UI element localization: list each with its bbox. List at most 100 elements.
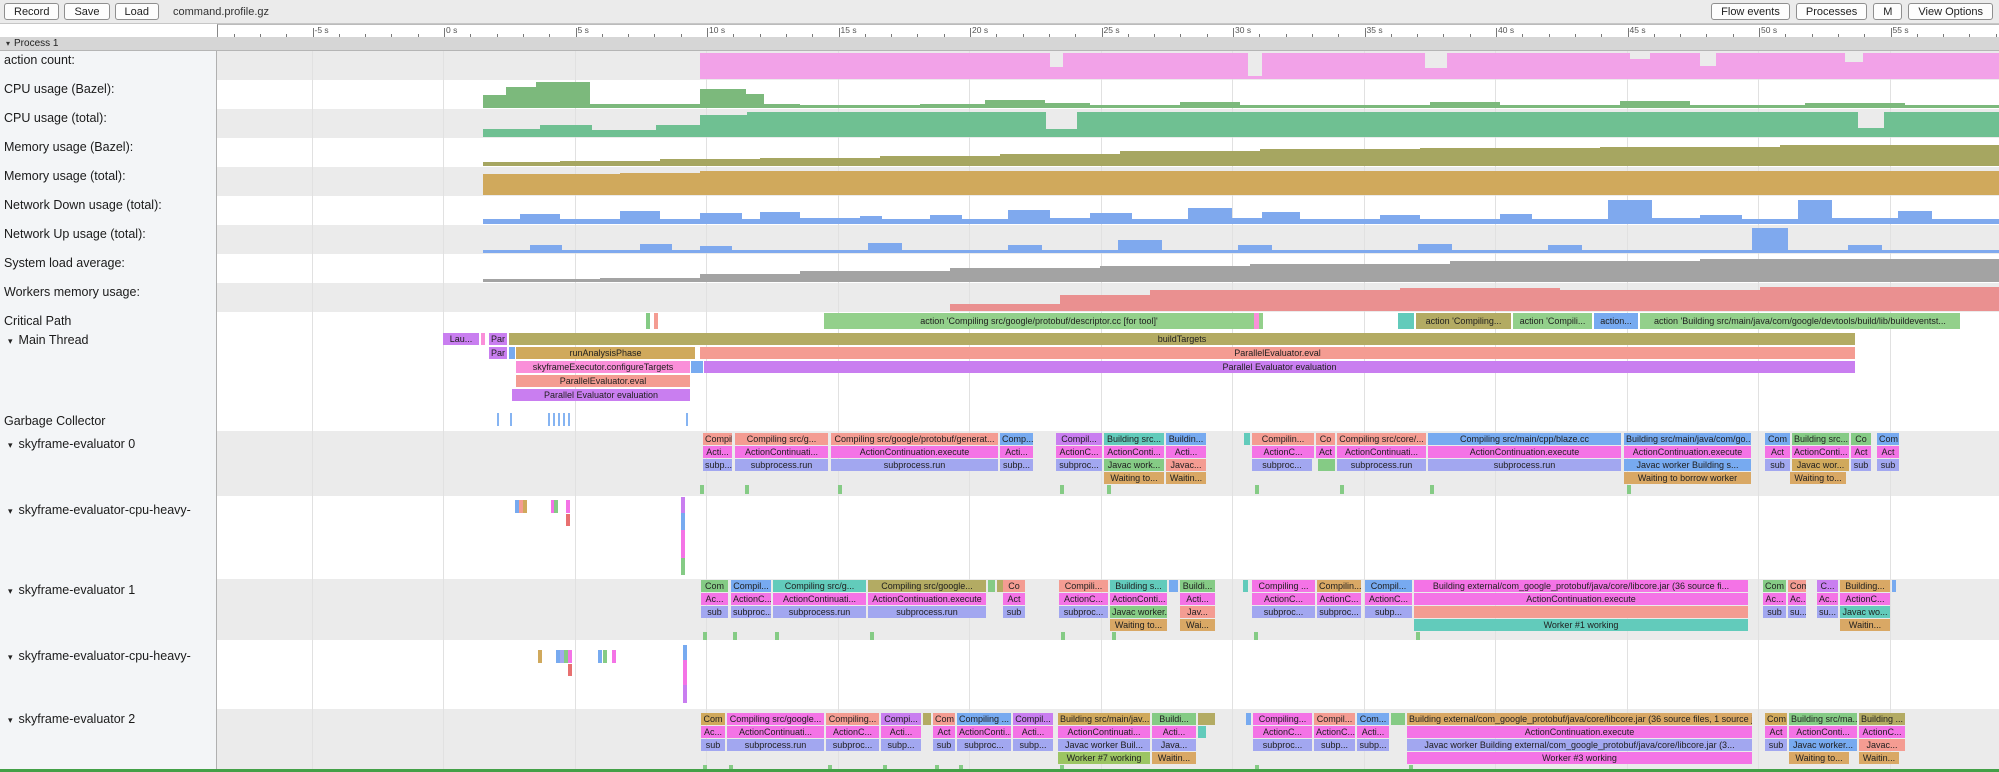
trace-bar[interactable] [566, 500, 570, 513]
trace-bar[interactable] [988, 580, 995, 592]
trace-bar[interactable] [703, 632, 707, 640]
trace-bar-skyframe-evaluator-1[interactable]: Worker #1 working [1414, 619, 1748, 631]
trace-bar[interactable] [1198, 726, 1206, 738]
gc-event-tick[interactable] [568, 413, 570, 426]
trace-bar-skyframe-evaluator-1[interactable]: ActionC... [1252, 593, 1315, 605]
trace-bar-skyframe-evaluator-1[interactable]: ActionConti... [1110, 593, 1167, 605]
trace-bar[interactable] [646, 313, 650, 329]
trace-bar[interactable] [1198, 713, 1215, 725]
trace-bar-skyframe-evaluator-1[interactable]: ActionC... [1317, 593, 1361, 605]
trace-bar-skyframe-evaluator-1[interactable]: su... [1788, 606, 1806, 618]
trace-bar-skyframe-evaluator-2[interactable]: Compiling ... [957, 713, 1011, 725]
trace-bar-critical-path[interactable]: action 'Compili... [1513, 313, 1592, 329]
trace-bar-skyframe-evaluator-2[interactable]: Javac worker... [1789, 739, 1857, 751]
trace-bar-skyframe-evaluator-0[interactable]: Waitin... [1166, 472, 1206, 484]
trace-bar-skyframe-evaluator-1[interactable]: Act [1003, 593, 1025, 605]
trace-bar-skyframe-evaluator-0[interactable]: Compil... [1056, 433, 1102, 445]
trace-bar-skyframe-evaluator-2[interactable]: Waitin... [1859, 752, 1899, 764]
trace-bar-skyframe-evaluator-1[interactable]: C... [1817, 580, 1838, 592]
trace-bar-skyframe-evaluator-2[interactable]: subp... [1357, 739, 1389, 751]
trace-bar-skyframe-evaluator-0[interactable]: sub [1851, 459, 1871, 471]
trace-bar-skyframe-evaluator-0[interactable]: Javac work... [1104, 459, 1164, 471]
trace-bar-skyframe-evaluator-0[interactable]: Com [1765, 433, 1790, 445]
trace-bar-skyframe-evaluator-0[interactable]: Waiting to borrow worker [1624, 472, 1751, 484]
trace-bar-skyframe-evaluator-0[interactable]: subp... [1000, 459, 1033, 471]
trace-bar-main-thread[interactable]: skyframeExecutor.configureTargets [516, 361, 690, 373]
flow-events-button[interactable]: Flow events [1711, 3, 1790, 20]
record-button[interactable]: Record [4, 3, 59, 20]
gc-event-tick[interactable] [563, 413, 565, 426]
trace-bar-skyframe-evaluator-0[interactable]: Act [1316, 446, 1335, 458]
trace-bar-skyframe-evaluator-1[interactable]: Compili... [1059, 580, 1108, 592]
gc-event-tick[interactable] [558, 413, 560, 426]
trace-bar[interactable] [1627, 485, 1631, 494]
trace-bar-skyframe-evaluator-1[interactable]: subp... [1365, 606, 1412, 618]
save-button[interactable]: Save [64, 3, 109, 20]
trace-bar[interactable] [612, 650, 616, 663]
trace-bar-skyframe-evaluator-2[interactable]: Compi... [881, 713, 921, 725]
trace-bar-skyframe-evaluator-1[interactable]: Waiting to... [1110, 619, 1167, 631]
trace-bar-skyframe-evaluator-2[interactable]: ActionC... [1253, 726, 1312, 738]
trace-bar-skyframe-evaluator-1[interactable]: Buildi... [1180, 580, 1215, 592]
trace-bar-main-thread[interactable]: ParallelEvaluator.eval [516, 375, 690, 387]
trace-bar[interactable] [523, 500, 527, 513]
trace-bar[interactable] [1340, 485, 1344, 494]
trace-bar-skyframe-evaluator-0[interactable]: subprocess.run [1428, 459, 1621, 471]
trace-bar[interactable] [554, 500, 558, 513]
trace-bar-skyframe-evaluator-1[interactable]: su... [1817, 606, 1838, 618]
trace-bar[interactable] [681, 513, 685, 530]
gc-event-tick[interactable] [510, 413, 512, 426]
trace-bar-skyframe-evaluator-0[interactable]: Acti... [1000, 446, 1033, 458]
trace-bar-skyframe-evaluator-1[interactable]: Building external/com_google_protobuf/ja… [1414, 580, 1748, 592]
trace-bar-skyframe-evaluator-0[interactable]: Co [1851, 433, 1871, 445]
trace-bar-critical-path[interactable]: action 'Compiling src/google/protobuf/de… [824, 313, 1254, 329]
trace-bar-skyframe-evaluator-2[interactable]: ActionContinuati... [1058, 726, 1150, 738]
trace-bar-skyframe-evaluator-2[interactable]: Act [1765, 726, 1787, 738]
trace-bar[interactable] [691, 361, 703, 373]
trace-bar-skyframe-evaluator-1[interactable]: Compil... [1365, 580, 1412, 592]
trace-bar-skyframe-evaluator-0[interactable]: Compiling src/google/protobuf/generat... [831, 433, 998, 445]
trace-bar-skyframe-evaluator-2[interactable]: Com [1765, 713, 1787, 725]
trace-bar[interactable] [1430, 485, 1434, 494]
trace-bar-skyframe-evaluator-0[interactable]: subprocess.run [831, 459, 998, 471]
trace-bar-skyframe-evaluator-1[interactable]: Com [1788, 580, 1806, 592]
trace-bar-skyframe-evaluator-1[interactable]: Com [1763, 580, 1786, 592]
trace-bar-skyframe-evaluator-1[interactable]: ActionC... [1365, 593, 1412, 605]
trace-bar-skyframe-evaluator-2[interactable]: Com... [1357, 713, 1389, 725]
trace-bar-skyframe-evaluator-1[interactable]: Building s... [1110, 580, 1167, 592]
trace-bar-main-thread[interactable]: buildTargets [509, 333, 1855, 345]
trace-bar-skyframe-evaluator-0[interactable]: ActionConti... [1104, 446, 1164, 458]
trace-bar-skyframe-evaluator-0[interactable]: Compiling src/core/... [1337, 433, 1426, 445]
trace-bar-skyframe-evaluator-2[interactable]: Com [933, 713, 955, 725]
sidebar-item-skyframe-evaluator-cpu-heavy[interactable]: ▾skyframe-evaluator-cpu-heavy- [8, 649, 191, 663]
trace-bar-skyframe-evaluator-0[interactable]: Act [1851, 446, 1871, 458]
trace-bar[interactable] [681, 558, 685, 575]
trace-bar[interactable] [683, 685, 687, 703]
trace-bar-skyframe-evaluator-1[interactable]: Co [1003, 580, 1025, 592]
trace-bar-skyframe-evaluator-2[interactable]: Building src/ma... [1789, 713, 1857, 725]
sidebar-item-main-thread[interactable]: ▾Main Thread [8, 333, 88, 347]
sidebar-item-skyframe-evaluator-cpu-heavy[interactable]: ▾skyframe-evaluator-cpu-heavy- [8, 503, 191, 517]
trace-bar-skyframe-evaluator-1[interactable]: subproc... [731, 606, 771, 618]
trace-bar-skyframe-evaluator-2[interactable]: Javac worker Buil... [1058, 739, 1150, 751]
trace-bar[interactable] [1243, 580, 1248, 592]
trace-bar-skyframe-evaluator-0[interactable]: Javac wor... [1792, 459, 1849, 471]
trace-bar-skyframe-evaluator-0[interactable]: ActionContinuati... [735, 446, 828, 458]
trace-bar-skyframe-evaluator-1[interactable]: subproc... [1317, 606, 1361, 618]
trace-bar[interactable] [683, 660, 687, 685]
trace-bar-skyframe-evaluator-2[interactable]: Compiling... [826, 713, 879, 725]
trace-bar-skyframe-evaluator-1[interactable]: Acti... [1180, 593, 1215, 605]
gc-event-tick[interactable] [497, 413, 499, 426]
trace-bar-skyframe-evaluator-0[interactable]: Compiling src/main/cpp/blaze.cc [1428, 433, 1621, 445]
trace-bar[interactable] [1107, 485, 1111, 494]
trace-bar-skyframe-evaluator-1[interactable]: Wai... [1180, 619, 1215, 631]
trace-bar[interactable] [1391, 713, 1405, 725]
trace-bar-skyframe-evaluator-1[interactable]: Ac... [1817, 593, 1838, 605]
trace-bar-main-thread[interactable]: Par [489, 347, 507, 359]
trace-bar-skyframe-evaluator-0[interactable]: subprocess.run [1337, 459, 1426, 471]
trace-bar[interactable] [838, 485, 842, 494]
trace-bar-skyframe-evaluator-2[interactable]: Worker #3 working [1407, 752, 1752, 764]
trace-bar-skyframe-evaluator-2[interactable]: Java... [1152, 739, 1196, 751]
trace-bar-skyframe-evaluator-2[interactable]: Compiling src/google... [727, 713, 824, 725]
trace-bar-critical-path[interactable]: action... [1594, 313, 1638, 329]
